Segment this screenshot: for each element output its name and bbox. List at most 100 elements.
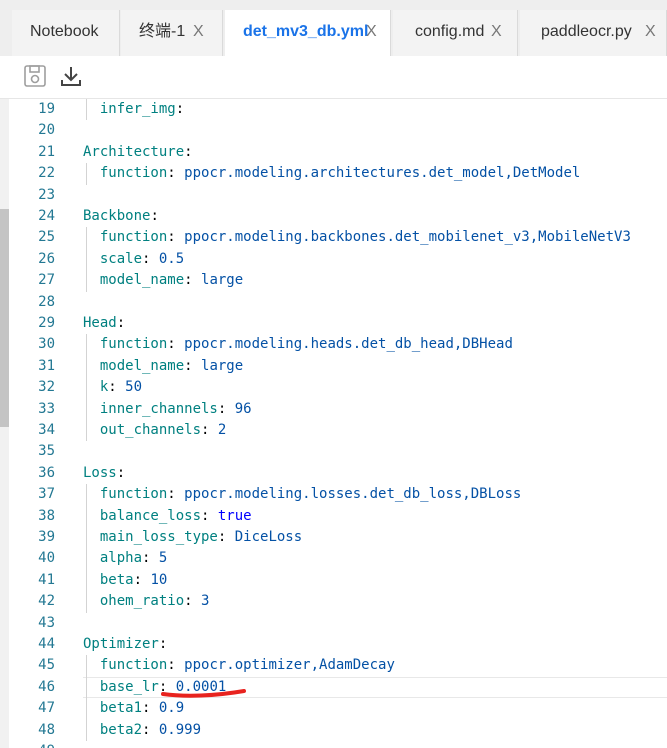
save-icon <box>24 65 46 87</box>
code-line[interactable]: 37 function: ppocr.modeling.losses.det_d… <box>9 484 667 506</box>
line-number: 44 <box>38 636 55 652</box>
code-line[interactable]: 24 Backbone: <box>9 206 667 227</box>
yaml-value: 2 <box>217 422 227 438</box>
yaml-separator: : <box>167 486 185 503</box>
code-line[interactable]: 44 Optimizer: <box>9 634 667 655</box>
code-line[interactable]: 20 <box>9 120 667 141</box>
yaml-separator: : <box>184 357 202 374</box>
yaml-key: Architecture <box>83 143 185 160</box>
code-line[interactable]: 32 k: 50 <box>9 377 667 399</box>
code-line[interactable]: 41 beta: 10 <box>9 569 667 592</box>
yaml-separator: : <box>167 229 185 246</box>
line-content: main_loss_type: DiceLoss <box>83 527 302 548</box>
yaml-value: 3 <box>201 593 210 610</box>
yaml-value: ppocr.modeling.architectures.det_model,D… <box>184 165 581 182</box>
yaml-key: function <box>99 336 168 353</box>
yaml-key: Backbone <box>83 208 151 224</box>
yaml-key: balance_loss <box>99 507 202 524</box>
yaml-key: model_name <box>99 357 185 374</box>
tab-label: config.md <box>415 23 485 40</box>
yaml-value: ppocr.modeling.backbones.det_mobilenet_v… <box>184 229 631 246</box>
line-number: 27 <box>38 272 55 289</box>
yaml-separator: : <box>133 571 151 588</box>
code-line[interactable]: 22 function: ppocr.modeling.architecture… <box>9 163 667 185</box>
line-number: 22 <box>38 165 55 182</box>
line-number: 45 <box>38 657 55 674</box>
line-number: 40 <box>38 550 55 567</box>
code-line[interactable]: 25 function: ppocr.modeling.backbones.de… <box>9 227 667 249</box>
scrollbar-thumb[interactable] <box>0 209 9 427</box>
tab-paddleocr-py[interactable]: paddleocr.py X <box>520 10 667 56</box>
line-content: function: ppocr.optimizer,AdamDecay <box>83 655 395 676</box>
code-line[interactable]: 46 base_lr: 0.0001 <box>9 676 667 699</box>
line-number: 20 <box>38 122 55 139</box>
yaml-key: alpha <box>99 550 143 567</box>
yaml-separator: : <box>142 250 159 267</box>
code-line[interactable]: 29 Head: <box>9 313 667 334</box>
yaml-separator: : <box>175 101 185 117</box>
code-line[interactable]: 38 balance_loss: true <box>9 505 667 527</box>
tab-label: det_mv3_db.yml <box>243 23 369 40</box>
line-content: function: ppocr.modeling.losses.det_db_l… <box>83 484 521 505</box>
yaml-separator: : <box>150 208 159 224</box>
line-number: 47 <box>38 700 55 717</box>
close-tab-button[interactable]: X <box>366 10 377 54</box>
yaml-separator: : <box>184 272 202 289</box>
code-line[interactable]: 26 scale: 0.5 <box>9 248 667 271</box>
code-line[interactable]: 21 Architecture: <box>9 142 667 163</box>
line-number: 26 <box>38 250 55 267</box>
line-number: 21 <box>38 143 55 160</box>
yaml-value: large <box>201 357 244 374</box>
code-line[interactable]: 49 <box>9 741 667 748</box>
close-tab-button[interactable]: X <box>491 10 502 54</box>
line-number: 23 <box>38 186 55 203</box>
close-tab-button[interactable]: X <box>645 10 656 54</box>
yaml-separator: : <box>116 315 126 331</box>
code-line[interactable]: 42 ohem_ratio: 3 <box>9 591 667 613</box>
line-number: 19 <box>38 101 55 117</box>
code-line[interactable]: 36 Loss: <box>9 463 667 484</box>
code-editor[interactable]: 19 infer_img: 20 21 Architecture: 22 functio… <box>9 99 667 748</box>
line-number: 25 <box>38 229 55 246</box>
yaml-key: Optimizer <box>83 636 159 652</box>
code-line[interactable]: 31 model_name: large <box>9 355 667 378</box>
code-line[interactable]: 19 infer_img: <box>9 99 667 121</box>
code-line[interactable]: 33 inner_channels: 96 <box>9 398 667 420</box>
code-line[interactable]: 27 model_name: large <box>9 270 667 292</box>
code-line[interactable]: 48 beta2: 0.999 <box>9 719 667 741</box>
tab-notebook[interactable]: Notebook <box>12 10 120 56</box>
code-line[interactable]: 30 function: ppocr.modeling.heads.det_db… <box>9 334 667 356</box>
line-number: 28 <box>38 293 55 310</box>
line-content: infer_img: <box>83 99 184 120</box>
yaml-separator: : <box>167 165 185 182</box>
code-line[interactable]: 39 main_loss_type: DiceLoss <box>9 527 667 549</box>
code-line[interactable]: 23 <box>9 185 667 206</box>
download-button[interactable] <box>57 62 85 90</box>
line-number: 29 <box>38 315 55 331</box>
tab-det-mv3-db-yml[interactable]: det_mv3_db.yml X <box>225 10 391 56</box>
line-content: alpha: 5 <box>83 548 167 569</box>
vertical-scrollbar[interactable] <box>0 99 9 748</box>
line-content: function: ppocr.modeling.backbones.det_m… <box>83 227 631 248</box>
red-underline-annotation <box>161 689 246 698</box>
tab-config-md[interactable]: config.md X <box>393 10 518 56</box>
code-line[interactable]: 28 <box>9 292 667 313</box>
code-line[interactable]: 45 function: ppocr.optimizer,AdamDecay <box>9 655 667 677</box>
save-button[interactable] <box>21 62 49 90</box>
code-line[interactable]: 35 <box>9 441 667 462</box>
line-number: 31 <box>38 357 55 374</box>
line-content: function: ppocr.modeling.heads.det_db_he… <box>83 334 513 355</box>
tab-terminal-1[interactable]: 终端-1 X <box>121 10 223 56</box>
yaml-value: ppocr.optimizer,AdamDecay <box>184 657 395 674</box>
yaml-key: function <box>99 165 168 182</box>
yaml-separator: : <box>142 721 159 738</box>
code-line[interactable]: 34 out_channels: 2 <box>9 420 667 442</box>
line-content: ohem_ratio: 3 <box>83 591 210 612</box>
line-number: 24 <box>38 208 55 224</box>
close-tab-button[interactable]: X <box>193 10 204 54</box>
yaml-separator: : <box>108 379 126 396</box>
code-line[interactable]: 43 <box>9 613 667 634</box>
code-line[interactable]: 40 alpha: 5 <box>9 548 667 570</box>
code-line[interactable]: 47 beta1: 0.9 <box>9 698 667 720</box>
yaml-value: large <box>201 272 244 289</box>
